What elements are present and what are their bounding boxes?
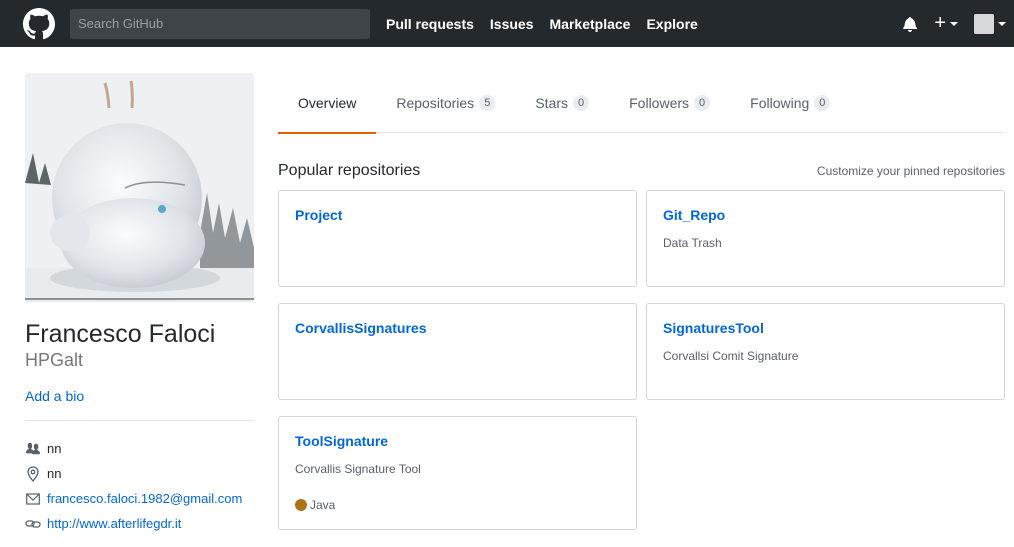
pinned-repo-card: CorvallisSignatures xyxy=(278,303,637,400)
chevron-down-icon xyxy=(950,21,958,26)
tab-followers[interactable]: Followers 0 xyxy=(609,73,730,133)
location-icon xyxy=(25,465,41,482)
header-actions: + xyxy=(900,0,1006,47)
nav-pull-requests[interactable]: Pull requests xyxy=(386,16,474,32)
pinned-repo-card: Git_Repo Data Trash xyxy=(646,190,1005,287)
nav-explore[interactable]: Explore xyxy=(646,16,697,32)
bell-icon[interactable] xyxy=(900,14,920,34)
detail-location: nn xyxy=(25,461,254,486)
repo-link-toolsignature[interactable]: ToolSignature xyxy=(295,433,620,449)
language-color-dot xyxy=(295,499,307,511)
profile-name: Francesco Faloci xyxy=(25,320,216,348)
profile-avatar[interactable] xyxy=(25,73,254,302)
nav-marketplace[interactable]: Marketplace xyxy=(550,16,631,32)
tab-stars-count: 0 xyxy=(573,95,590,111)
tab-following[interactable]: Following 0 xyxy=(730,73,850,133)
pinned-repos-grid: Project Git_Repo Data Trash CorvallisSig… xyxy=(278,190,1005,530)
repo-link-signaturestool[interactable]: SignaturesTool xyxy=(663,320,988,336)
tab-stars-label: Stars xyxy=(535,95,568,111)
tab-overview-label: Overview xyxy=(298,95,357,111)
tab-stars[interactable]: Stars 0 xyxy=(515,73,609,133)
repo-link-corvallissignatures[interactable]: CorvallisSignatures xyxy=(295,320,620,336)
tab-overview[interactable]: Overview xyxy=(278,73,377,134)
repo-language: Java xyxy=(295,498,335,512)
repo-link-project[interactable]: Project xyxy=(295,207,620,223)
main-nav: Pull requests Issues Marketplace Explore xyxy=(386,16,714,32)
profile-username: HPGalt xyxy=(25,350,84,370)
pinned-repo-card: ToolSignature Corvallis Signature Tool J… xyxy=(278,416,637,530)
profile-tabs: Overview Repositories 5 Stars 0 Follower… xyxy=(278,73,1005,134)
mail-icon xyxy=(25,491,41,507)
pinned-header: Popular repositories Customize your pinn… xyxy=(278,162,1005,180)
repo-description: Corvallis Signature Tool xyxy=(295,462,421,476)
detail-email: francesco.faloci.1982@gmail.com xyxy=(25,486,254,511)
profile-sidebar: Francesco Faloci HPGalt Add a bio nn nn … xyxy=(25,73,254,536)
repo-description: Corvallsi Comit Signature xyxy=(663,349,799,363)
tab-followers-count: 0 xyxy=(694,95,711,111)
tab-following-label: Following xyxy=(750,95,810,111)
github-logo-icon[interactable] xyxy=(22,7,56,41)
detail-location-text: nn xyxy=(47,466,62,481)
tab-repositories-count: 5 xyxy=(479,95,496,111)
repo-language-label: Java xyxy=(310,498,336,512)
tab-following-count: 0 xyxy=(814,95,831,111)
tab-repositories-label: Repositories xyxy=(396,95,475,111)
create-new-menu[interactable]: + xyxy=(934,12,958,35)
user-menu[interactable] xyxy=(974,13,1006,34)
link-icon xyxy=(25,516,41,532)
repo-description: Data Trash xyxy=(663,236,722,250)
organization-icon xyxy=(25,441,41,457)
pinned-title: Popular repositories xyxy=(278,162,421,179)
search-input[interactable]: Search GitHub xyxy=(70,8,370,39)
sidebar-divider xyxy=(25,420,254,421)
nav-issues[interactable]: Issues xyxy=(490,16,534,32)
pinned-repo-card: Project xyxy=(278,190,637,287)
repo-link-git-repo[interactable]: Git_Repo xyxy=(663,207,988,223)
chevron-down-icon xyxy=(998,21,1006,26)
profile-main: Overview Repositories 5 Stars 0 Follower… xyxy=(278,73,1005,530)
profile-details: nn nn francesco.faloci.1982@gmail.com ht… xyxy=(25,436,254,536)
detail-organization-text: nn xyxy=(47,441,62,456)
avatar-icon xyxy=(974,13,994,34)
customize-pinned-link[interactable]: Customize your pinned repositories xyxy=(817,164,1005,178)
add-bio-link[interactable]: Add a bio xyxy=(25,388,254,404)
detail-organization: nn xyxy=(25,436,254,461)
email-link[interactable]: francesco.faloci.1982@gmail.com xyxy=(47,491,242,506)
detail-website: http://www.afterlifegdr.it xyxy=(25,511,254,536)
pinned-repo-card: SignaturesTool Corvallsi Comit Signature xyxy=(646,303,1005,400)
top-navbar: Search GitHub Pull requests Issues Marke… xyxy=(0,0,1014,47)
plus-icon: + xyxy=(934,12,946,34)
tab-repositories[interactable]: Repositories 5 xyxy=(376,73,515,133)
tab-followers-label: Followers xyxy=(629,95,690,111)
website-link[interactable]: http://www.afterlifegdr.it xyxy=(47,516,181,531)
